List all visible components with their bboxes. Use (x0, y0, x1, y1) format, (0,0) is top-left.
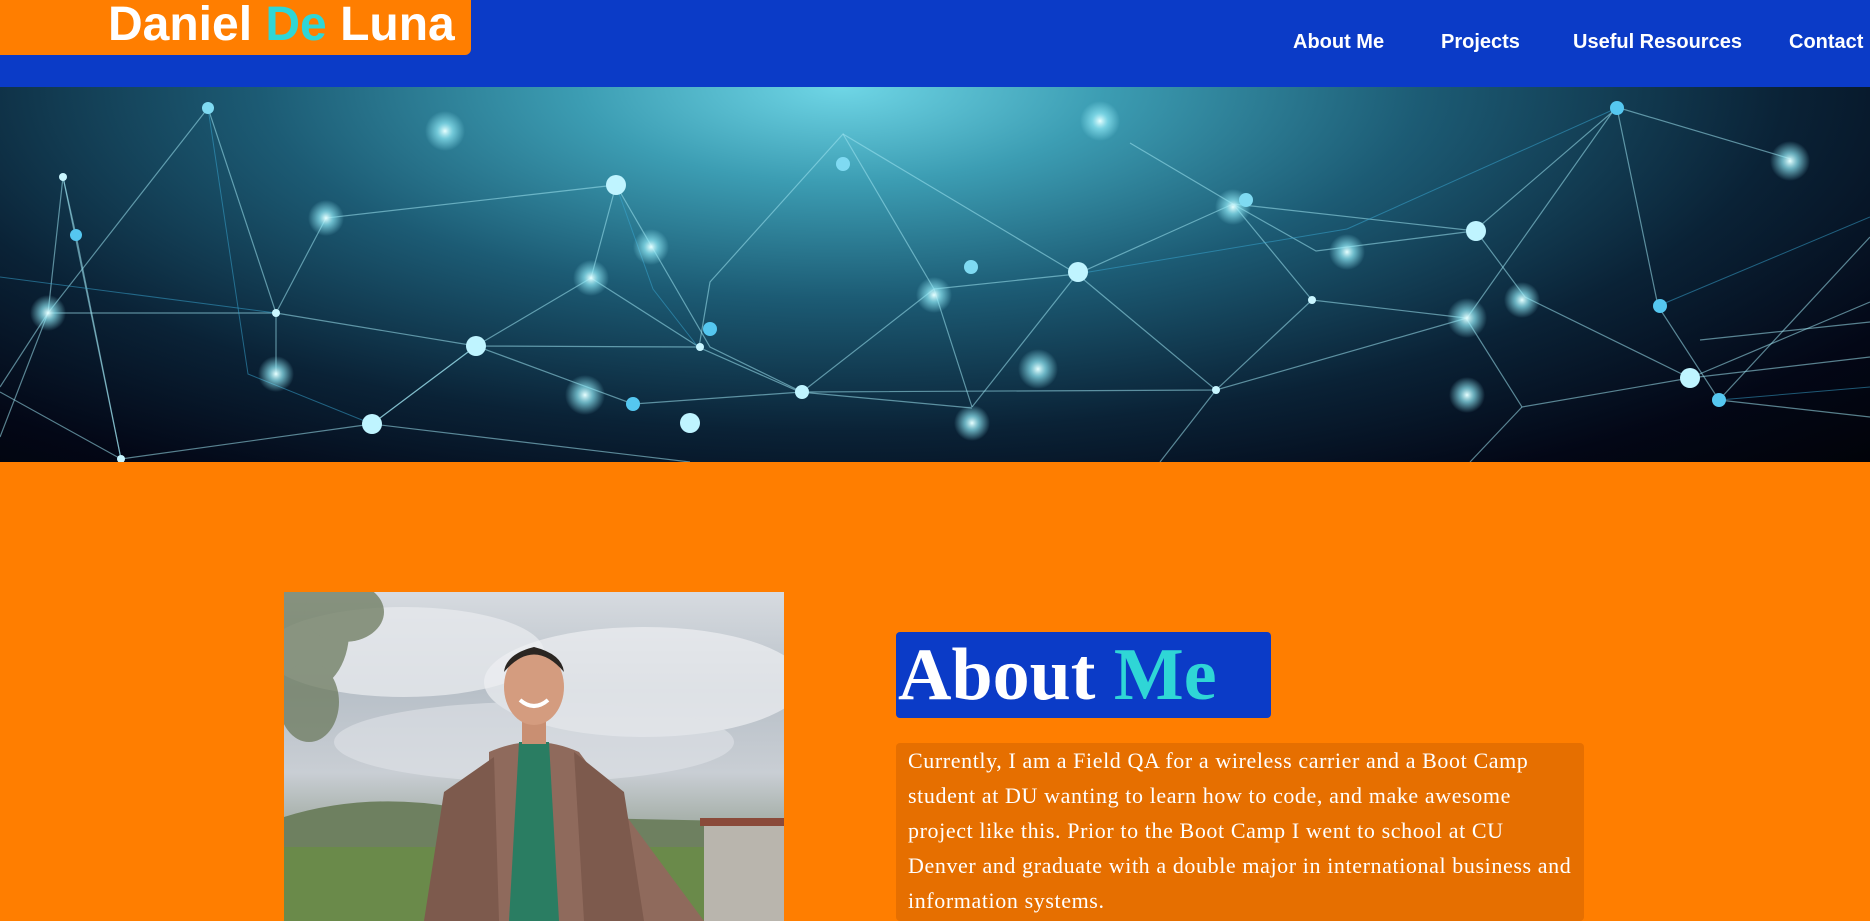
nav-useful-resources[interactable]: Useful Resources (1573, 28, 1742, 56)
person-illustration (284, 592, 784, 921)
profile-photo (284, 592, 784, 921)
nav-contact[interactable]: Contact (1789, 28, 1863, 56)
site-header: Daniel De Luna About Me Projects Useful … (0, 0, 1870, 87)
network-graphic (0, 101, 1870, 462)
about-heading-accent: Me (1113, 634, 1217, 716)
main-nav: About Me Projects Useful Resources Conta… (0, 28, 1870, 58)
about-paragraph: Currently, I am a Field QA for a wireles… (908, 748, 1572, 913)
nav-projects[interactable]: Projects (1441, 28, 1520, 56)
about-heading-main: About (898, 634, 1096, 716)
about-heading: About Me (898, 632, 1217, 718)
hero-banner (0, 87, 1870, 462)
nav-about-me[interactable]: About Me (1293, 28, 1384, 56)
